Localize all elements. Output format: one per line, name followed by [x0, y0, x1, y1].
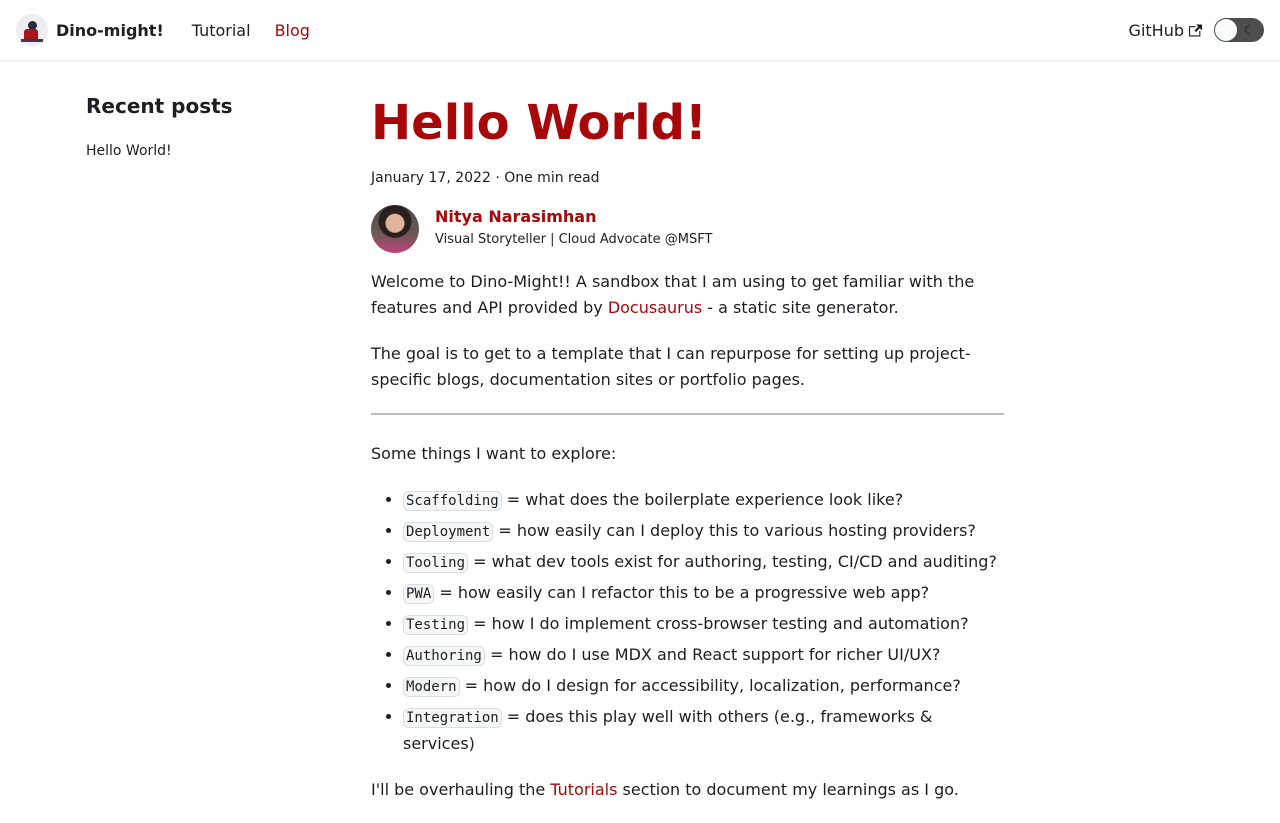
toggle-knob: [1215, 19, 1237, 41]
goal-paragraph: The goal is to get to a template that I …: [371, 344, 971, 389]
moon-icon: ☾: [1243, 23, 1255, 37]
list-item-text: = how easily can I refactor this to be a…: [434, 583, 930, 602]
list-item: Scaffolding = what does the boilerplate …: [403, 487, 1004, 514]
inline-code: Integration: [403, 708, 502, 728]
list-item: PWA = how easily can I refactor this to …: [403, 580, 1004, 607]
github-link[interactable]: GitHub: [1129, 21, 1202, 40]
docusaurus-link[interactable]: Docusaurus: [608, 298, 702, 317]
list-item: Tooling = what dev tools exist for autho…: [403, 549, 1004, 576]
list-item: Testing = how I do implement cross-brows…: [403, 611, 1004, 638]
author-title: Visual Storyteller | Cloud Advocate @MSF…: [435, 232, 713, 247]
list-item-text: = what dev tools exist for authoring, te…: [468, 552, 997, 571]
inline-code: Modern: [403, 677, 460, 697]
brand-link[interactable]: Dino-might!: [16, 14, 164, 46]
sidebar-item-hello-world[interactable]: Hello World!: [86, 143, 172, 159]
sidebar: Recent posts Hello World!: [86, 94, 326, 159]
list-item: Deployment = how easily can I deploy thi…: [403, 518, 1004, 545]
explore-list: Scaffolding = what does the boilerplate …: [371, 487, 1004, 757]
inline-code: Deployment: [403, 522, 494, 542]
author-info: Nitya Narasimhan Visual Storyteller | Cl…: [435, 205, 712, 247]
divider: [371, 413, 1004, 415]
list-item-text: = how easily can I deploy this to variou…: [493, 521, 976, 540]
list-item: Authoring = how do I use MDX and React s…: [403, 642, 1004, 669]
blog-post: Hello World! January 17, 2022 · One min …: [371, 93, 1004, 823]
list-item: Modern = how do I design for accessibili…: [403, 673, 1004, 700]
list-item-text: = how do I use MDX and React support for…: [484, 645, 941, 664]
brand-title: Dino-might!: [56, 20, 164, 40]
post-meta: January 17, 2022 · One min read: [371, 170, 600, 186]
list-item-text: = how I do implement cross-browser testi…: [468, 614, 969, 633]
post-content: Welcome to Dino-Might!! A sandbox that I…: [371, 269, 1004, 803]
post-title: Hello World!: [371, 95, 707, 151]
dark-mode-toggle[interactable]: ☾: [1214, 18, 1264, 42]
intro-paragraph: Welcome to Dino-Might!! A sandbox that I…: [371, 269, 1004, 321]
inline-code: Tooling: [403, 553, 469, 573]
nav-link-tutorial[interactable]: Tutorial: [192, 21, 251, 40]
sidebar-title: Recent posts: [86, 94, 233, 118]
intro-text-after: - a static site generator.: [702, 298, 899, 317]
dino-logo-icon: [16, 14, 48, 46]
explore-heading: Some things I want to explore:: [371, 444, 617, 463]
tutorials-link[interactable]: Tutorials: [550, 780, 617, 799]
author-card: Nitya Narasimhan Visual Storyteller | Cl…: [371, 205, 1004, 253]
list-item: Integration = does this play well with o…: [403, 704, 1004, 757]
author-avatar[interactable]: [371, 205, 419, 253]
github-link-label: GitHub: [1128, 20, 1184, 40]
closing-text-after: section to document my learnings as I go…: [617, 780, 959, 799]
author-name-link[interactable]: Nitya Narasimhan: [435, 207, 712, 226]
navbar: Dino-might! Tutorial Blog GitHub ☾: [0, 0, 1280, 60]
list-item-text: = how do I design for accessibility, loc…: [459, 676, 961, 695]
inline-code: Scaffolding: [403, 491, 502, 511]
inline-code: PWA: [403, 584, 435, 604]
closing-text-before: I'll be overhauling the: [371, 780, 551, 799]
inline-code: Testing: [403, 615, 469, 635]
inline-code: Authoring: [403, 646, 485, 666]
nav-link-blog[interactable]: Blog: [275, 21, 310, 40]
navbar-right: GitHub ☾: [1129, 18, 1264, 42]
list-item-text: = what does the boilerplate experience l…: [501, 490, 904, 509]
external-link-icon: [1189, 24, 1202, 36]
closing-paragraph: I'll be overhauling the Tutorials sectio…: [371, 777, 1004, 803]
